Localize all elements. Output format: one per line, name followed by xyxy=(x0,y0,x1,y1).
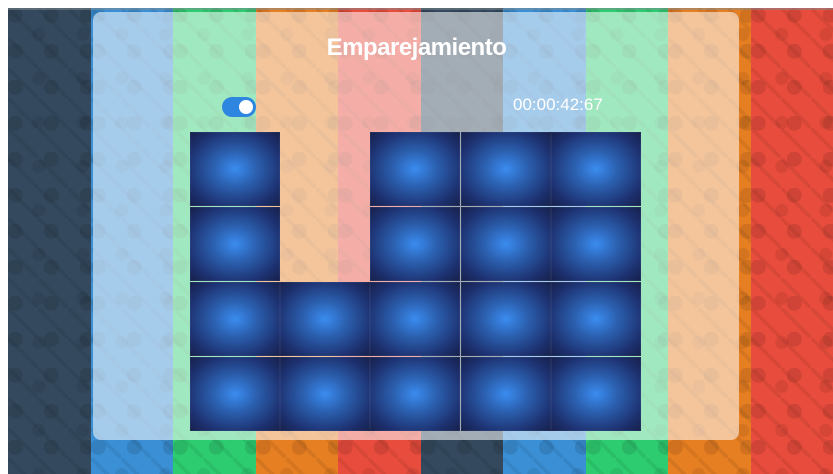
background-stripe xyxy=(750,8,833,474)
memory-card[interactable] xyxy=(280,357,371,431)
memory-card[interactable] xyxy=(370,207,461,281)
card-grid xyxy=(190,132,641,432)
top-divider xyxy=(8,8,833,10)
memory-card[interactable] xyxy=(190,357,280,431)
memory-card[interactable] xyxy=(550,357,641,431)
mode-toggle[interactable] xyxy=(222,97,256,117)
memory-card[interactable] xyxy=(550,132,641,206)
memory-card[interactable] xyxy=(190,207,280,281)
toggle-knob xyxy=(239,100,253,114)
memory-card[interactable] xyxy=(280,282,371,356)
memory-card[interactable] xyxy=(460,132,551,206)
memory-card[interactable] xyxy=(190,132,280,206)
memory-card[interactable] xyxy=(550,207,641,281)
memory-card[interactable] xyxy=(370,282,461,356)
background-stripe xyxy=(8,8,91,474)
memory-card[interactable] xyxy=(460,357,551,431)
game-timer: 00:00:42:67 xyxy=(513,95,603,114)
memory-card[interactable] xyxy=(190,282,280,356)
memory-card[interactable] xyxy=(460,207,551,281)
memory-card[interactable] xyxy=(460,282,551,356)
memory-card[interactable] xyxy=(370,132,461,206)
game-title: Emparejamiento xyxy=(326,34,507,61)
memory-card[interactable] xyxy=(370,357,461,431)
memory-card[interactable] xyxy=(550,282,641,356)
